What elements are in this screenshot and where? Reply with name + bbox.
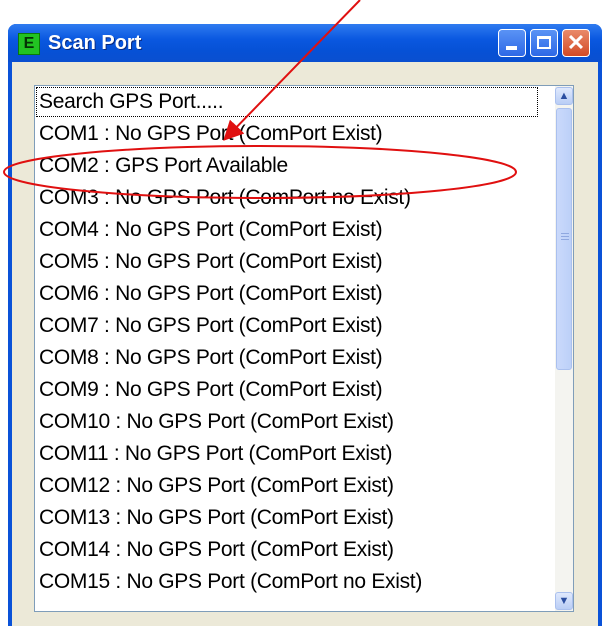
scrollbar-thumb[interactable]	[556, 108, 572, 370]
window-title: Scan Port	[48, 32, 142, 54]
maximize-button[interactable]	[530, 29, 558, 57]
window-client-area: Search GPS Port..... COM1 : No GPS Port …	[12, 62, 598, 626]
list-item[interactable]: COM4 : No GPS Port (ComPort Exist)	[35, 214, 539, 246]
minimize-button[interactable]	[498, 29, 526, 57]
list-item[interactable]: COM2 : GPS Port Available	[35, 150, 539, 182]
list-item[interactable]: COM8 : No GPS Port (ComPort Exist)	[35, 342, 539, 374]
title-bar[interactable]: E Scan Port ✕	[8, 24, 602, 62]
list-item[interactable]: COM11 : No GPS Port (ComPort Exist)	[35, 438, 539, 470]
port-list-items: Search GPS Port..... COM1 : No GPS Port …	[35, 86, 539, 598]
list-item[interactable]: COM5 : No GPS Port (ComPort Exist)	[35, 246, 539, 278]
list-item[interactable]: COM10 : No GPS Port (ComPort Exist)	[35, 406, 539, 438]
maximize-icon	[537, 36, 551, 49]
minimize-icon	[506, 46, 517, 50]
list-item[interactable]: COM7 : No GPS Port (ComPort Exist)	[35, 310, 539, 342]
list-item[interactable]: COM12 : No GPS Port (ComPort Exist)	[35, 470, 539, 502]
app-icon: E	[18, 33, 40, 55]
scan-port-window: E Scan Port ✕ Search GPS Port..... COM1 …	[8, 24, 602, 626]
list-item[interactable]: COM14 : No GPS Port (ComPort Exist)	[35, 534, 539, 566]
list-item[interactable]: COM6 : No GPS Port (ComPort Exist)	[35, 278, 539, 310]
vertical-scrollbar[interactable]: ▲ ▼	[555, 86, 573, 611]
list-item[interactable]: COM3 : No GPS Port (ComPort no Exist)	[35, 182, 539, 214]
grip-icon	[561, 233, 569, 242]
list-item[interactable]: COM1 : No GPS Port (ComPort Exist)	[35, 118, 539, 150]
close-button[interactable]: ✕	[562, 29, 590, 57]
list-item[interactable]: Search GPS Port.....	[35, 86, 539, 118]
scroll-up-button[interactable]: ▲	[555, 87, 573, 105]
scroll-down-button[interactable]: ▼	[555, 592, 573, 610]
list-item[interactable]: COM13 : No GPS Port (ComPort Exist)	[35, 502, 539, 534]
port-list[interactable]: Search GPS Port..... COM1 : No GPS Port …	[34, 85, 574, 612]
close-icon: ✕	[566, 30, 586, 55]
chevron-up-icon: ▲	[558, 90, 570, 102]
list-item[interactable]: COM15 : No GPS Port (ComPort no Exist)	[35, 566, 539, 598]
chevron-down-icon: ▼	[558, 595, 570, 607]
list-item[interactable]: COM9 : No GPS Port (ComPort Exist)	[35, 374, 539, 406]
